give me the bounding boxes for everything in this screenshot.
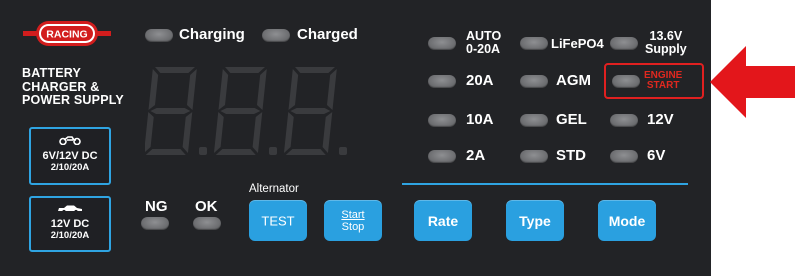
brand-title-line: BATTERY xyxy=(22,66,82,80)
alternator-label: Alternator xyxy=(249,183,299,195)
ng-led xyxy=(141,217,169,230)
test-button-label: TEST xyxy=(261,213,295,228)
vehicle-mode-current: 2/10/20A xyxy=(50,162,90,173)
vehicle-mode-voltage: 12V DC xyxy=(50,218,90,230)
mode-engine-start-label: ENGINE START xyxy=(644,71,682,91)
motorcycle-icon xyxy=(59,136,81,146)
rate-button[interactable]: Rate xyxy=(414,200,472,241)
digit-2 xyxy=(213,67,267,155)
brand-title-line: POWER SUPPLY xyxy=(22,93,124,107)
type-agm-label: AGM xyxy=(556,72,591,89)
mode-supply-label: 13.6V Supply xyxy=(645,30,687,56)
start-label: Start xyxy=(341,208,365,221)
charger-panel: RACING BATTERY CHARGER & POWER SUPPLY 6V… xyxy=(0,0,711,276)
mode-engine-start-led xyxy=(612,75,640,88)
red-arrow-icon xyxy=(710,46,795,118)
rate-auto-line2: 0-20A xyxy=(466,42,501,56)
mode-supply-line2: Supply xyxy=(645,42,687,56)
stop-label: Stop xyxy=(341,220,365,233)
type-button[interactable]: Type xyxy=(506,200,564,241)
rate-auto-led xyxy=(428,37,456,50)
mode-12v-label: 12V xyxy=(647,111,674,128)
test-button[interactable]: TEST xyxy=(249,200,307,241)
digit-3 xyxy=(283,67,337,155)
ng-label: NG xyxy=(145,198,168,215)
vehicle-mode-voltage: 6V/12V DC xyxy=(42,150,98,162)
charging-led xyxy=(145,29,173,42)
engine-line2: START xyxy=(646,80,680,91)
type-std-label: STD xyxy=(556,147,586,164)
rate-2a-label: 2A xyxy=(466,147,486,164)
type-lifepo4-label: LiFePO4 xyxy=(551,36,604,51)
rate-20a-label: 20A xyxy=(466,72,494,89)
type-gel-label: GEL xyxy=(556,111,587,128)
type-lifepo4-led xyxy=(520,37,548,50)
digit-1 xyxy=(145,67,197,155)
charged-label: Charged xyxy=(297,26,358,43)
mode-button-label: Mode xyxy=(608,212,646,229)
vehicle-mode-car: 12V DC 2/10/20A xyxy=(29,196,111,252)
rate-20a-led xyxy=(428,75,456,88)
type-std-led xyxy=(520,150,548,163)
logo-text: RACING xyxy=(46,29,87,41)
vehicle-mode-current: 2/10/20A xyxy=(50,230,90,241)
mode-6v-led xyxy=(610,150,638,163)
start-stop-button[interactable]: Start Stop xyxy=(324,200,382,241)
type-button-label: Type xyxy=(519,212,551,229)
rate-auto-label: AUTO 0-20A xyxy=(466,30,501,56)
decimal-point xyxy=(269,147,277,155)
vehicle-mode-motorcycle: 6V/12V DC 2/10/20A xyxy=(29,127,111,185)
ok-label: OK xyxy=(195,198,218,215)
rate-2a-led xyxy=(428,150,456,163)
racing-logo: RACING xyxy=(23,21,111,46)
car-icon xyxy=(58,205,82,214)
rate-10a-led xyxy=(428,114,456,127)
type-gel-led xyxy=(520,114,548,127)
brand-title-line: CHARGER & xyxy=(22,79,100,94)
rate-10a-label: 10A xyxy=(466,111,494,128)
mode-12v-led xyxy=(610,114,638,127)
section-divider xyxy=(402,183,688,185)
decimal-point xyxy=(339,147,347,155)
charging-label: Charging xyxy=(179,26,245,43)
charged-led xyxy=(262,29,290,42)
ok-led xyxy=(193,217,221,230)
rate-button-label: Rate xyxy=(427,212,459,229)
type-agm-led xyxy=(520,75,548,88)
mode-6v-label: 6V xyxy=(647,147,666,164)
mode-button[interactable]: Mode xyxy=(598,200,656,241)
brand-title: BATTERY CHARGER & POWER SUPPLY xyxy=(22,66,142,108)
mode-supply-led xyxy=(610,37,638,50)
seven-segment-display xyxy=(145,67,347,155)
decimal-point xyxy=(199,147,207,155)
